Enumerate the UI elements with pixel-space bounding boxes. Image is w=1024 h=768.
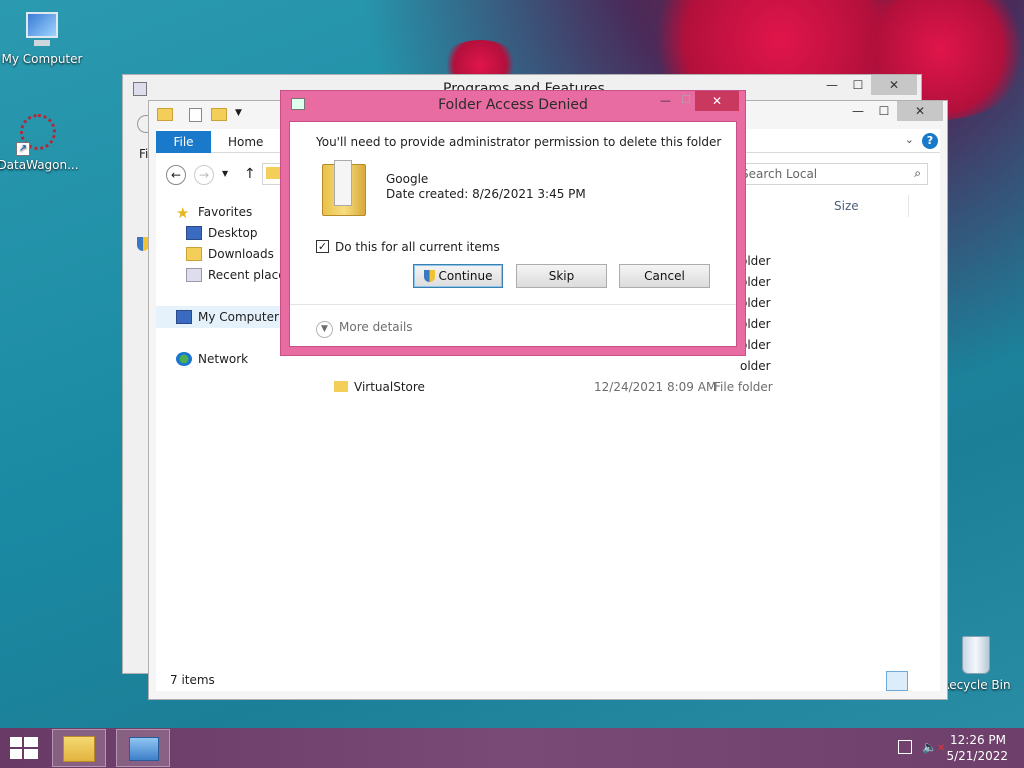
close-button[interactable]: ✕ xyxy=(897,101,943,121)
nav-recent-places[interactable]: Recent places xyxy=(186,265,292,285)
folder-icon xyxy=(266,167,280,179)
clock-date[interactable]: 5/21/2022 xyxy=(946,749,1008,763)
back-arrow-icon[interactable]: ← xyxy=(166,165,186,185)
continue-button[interactable]: Continue xyxy=(413,264,503,288)
dialog-title: Folder Access Denied xyxy=(438,97,588,113)
maximize-button[interactable]: ☐ xyxy=(845,75,871,95)
nav-desktop[interactable]: Desktop xyxy=(186,223,258,243)
skip-button[interactable]: Skip xyxy=(516,264,607,288)
file-date-cell: 12/24/2021 8:09 AM xyxy=(594,380,717,394)
recycle-bin-icon xyxy=(959,632,993,676)
folder-icon[interactable] xyxy=(157,108,173,121)
large-icons-view-icon[interactable] xyxy=(912,671,934,691)
history-chevron-icon[interactable]: ▼ xyxy=(222,169,228,178)
search-icon[interactable]: ⌕ xyxy=(914,166,921,181)
folder-icon xyxy=(334,381,348,392)
file-type-cell: older xyxy=(740,359,771,373)
dialog-message: You'll need to provide administrator per… xyxy=(316,135,722,149)
volume-muted-icon[interactable]: 🔈✕ xyxy=(922,740,945,754)
file-type-cell: File folder xyxy=(714,380,773,394)
details-view-icon[interactable] xyxy=(886,671,908,691)
folder-access-denied-dialog[interactable]: Folder Access Denied — ☐ ✕ You'll need t… xyxy=(280,90,746,356)
recent-places-icon xyxy=(186,268,202,282)
item-date: Date created: 8/26/2021 3:45 PM xyxy=(386,187,586,201)
apply-all-checkbox[interactable]: ✓ xyxy=(316,240,329,253)
tab-home[interactable]: Home xyxy=(214,131,277,153)
maximize-button[interactable]: ☐ xyxy=(871,101,897,121)
chevron-down-icon: ▼ xyxy=(316,321,333,338)
status-bar-text: 7 items xyxy=(170,673,215,687)
nav-network[interactable]: Network xyxy=(176,349,248,369)
desktop-icon xyxy=(186,226,202,240)
maximize-button[interactable]: ☐ xyxy=(681,93,691,106)
chevron-down-icon[interactable]: ▼ xyxy=(235,108,242,118)
side-text: Fi xyxy=(139,147,149,161)
nav-downloads[interactable]: Downloads xyxy=(186,244,274,264)
desktop-icon-label: My Computer xyxy=(1,52,83,66)
taskbar-file-explorer[interactable] xyxy=(52,729,106,767)
start-button[interactable] xyxy=(10,737,38,759)
network-icon xyxy=(176,352,192,366)
window-icon xyxy=(133,82,147,96)
downloads-icon xyxy=(186,247,202,261)
taskbar: 🔈✕ 12:26 PM 5/21/2022 xyxy=(0,728,1024,768)
column-divider xyxy=(908,195,909,217)
dialog-content: You'll need to provide administrator per… xyxy=(289,121,737,347)
taskbar-control-panel[interactable] xyxy=(116,729,170,767)
minimize-button[interactable]: — xyxy=(819,75,845,95)
nav-favorites[interactable]: ★ Favorites xyxy=(176,202,252,222)
computer-icon xyxy=(20,10,64,50)
apply-all-label[interactable]: Do this for all current items xyxy=(335,240,500,254)
more-details-toggle[interactable]: ▼ More details xyxy=(316,318,413,338)
column-header-size[interactable]: Size xyxy=(834,199,859,213)
folder-icon xyxy=(320,156,368,216)
minimize-button[interactable]: — xyxy=(845,101,871,121)
help-icon[interactable]: ? xyxy=(922,133,938,149)
computer-icon xyxy=(176,310,192,324)
clock-time[interactable]: 12:26 PM xyxy=(950,733,1006,747)
item-name: Google xyxy=(386,172,429,186)
close-button[interactable]: ✕ xyxy=(695,91,739,111)
nav-my-computer[interactable]: My Computer xyxy=(156,306,296,328)
file-explorer-icon xyxy=(63,736,95,762)
control-panel-icon xyxy=(129,737,159,761)
tab-file[interactable]: File xyxy=(156,131,211,153)
search-input[interactable]: Search Local xyxy=(741,167,817,181)
quick-access-toolbar: ▼ xyxy=(157,107,257,125)
datawagon-icon: ↗ xyxy=(16,112,60,156)
desktop-icon-datawagon[interactable]: ↗ DataWagon... xyxy=(0,112,80,172)
forward-arrow-icon[interactable]: → xyxy=(194,165,214,185)
desktop-icon-label: DataWagon... xyxy=(0,158,79,172)
uac-shield-icon xyxy=(423,270,435,282)
new-folder-icon[interactable] xyxy=(211,108,227,121)
up-arrow-icon[interactable]: ↑ xyxy=(244,166,256,182)
desktop-icon-label: Recycle Bin xyxy=(941,678,1011,692)
separator xyxy=(290,304,736,305)
cancel-button[interactable]: Cancel xyxy=(619,264,710,288)
star-icon: ★ xyxy=(176,204,190,222)
search-box[interactable]: Search Local ⌕ xyxy=(732,163,928,185)
close-button[interactable]: ✕ xyxy=(871,75,917,95)
minimize-button[interactable]: — xyxy=(660,94,671,107)
properties-icon[interactable] xyxy=(189,108,202,122)
network-status-icon[interactable] xyxy=(898,740,912,754)
ribbon-expand-icon[interactable]: ⌄ xyxy=(905,133,914,146)
desktop-icon-my-computer[interactable]: My Computer xyxy=(0,10,84,66)
